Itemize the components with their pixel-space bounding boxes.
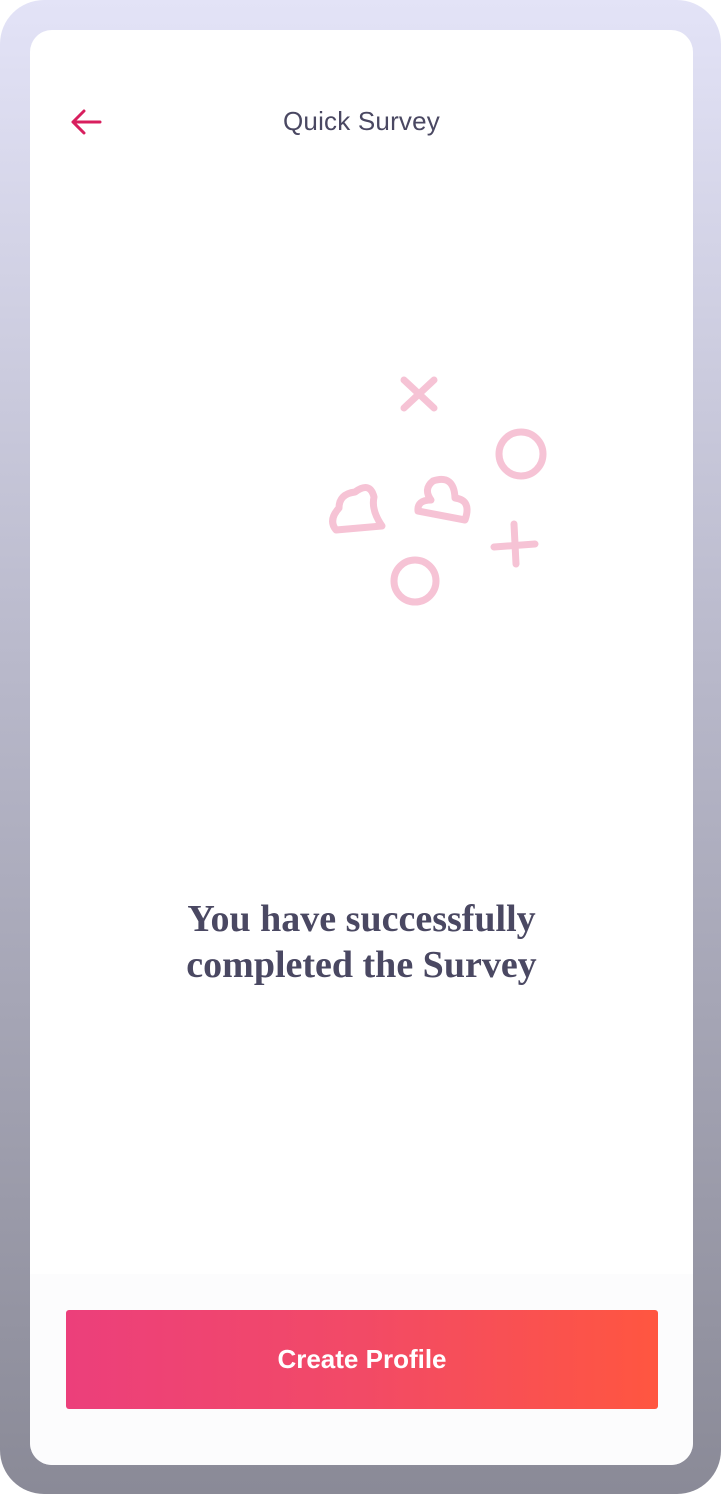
x-mark-icon xyxy=(400,376,438,412)
celebration-illustration xyxy=(329,376,547,606)
plus-icon xyxy=(490,520,539,568)
top-bar: Quick Survey xyxy=(30,30,693,210)
create-profile-button[interactable]: Create Profile xyxy=(66,1310,658,1409)
page-title: Quick Survey xyxy=(282,106,440,136)
device-frame: Quick Survey You have successfully compl… xyxy=(0,0,721,1494)
heart-icon xyxy=(329,484,386,534)
circle-icon xyxy=(495,428,547,480)
heart-icon xyxy=(414,475,471,524)
circle-icon xyxy=(390,556,440,606)
success-message-line-2: completed the Survey xyxy=(186,944,537,986)
app-screen: Quick Survey You have successfully compl… xyxy=(30,30,693,1465)
success-message: You have successfully completed the Surv… xyxy=(90,896,633,988)
success-message-line-1: You have successfully xyxy=(187,898,536,940)
